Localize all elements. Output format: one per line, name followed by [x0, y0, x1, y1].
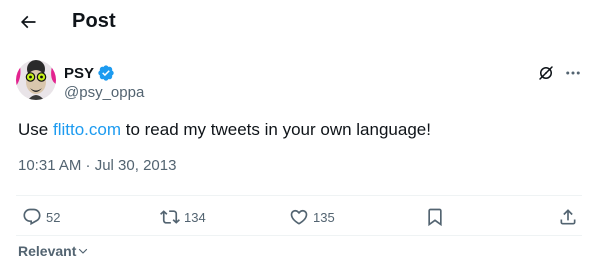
repost-count: 134 — [184, 209, 206, 225]
post-text-end: to read my tweets in your own language! — [121, 120, 431, 139]
post-timestamp[interactable]: 10:31 AM · Jul 30, 2013 — [18, 157, 176, 174]
back-button[interactable] — [14, 8, 42, 36]
chevron-down-icon — [79, 248, 88, 254]
reply-sort-dropdown[interactable]: Relevant — [18, 243, 89, 259]
page-header: Post — [0, 0, 598, 46]
reply-button[interactable]: 52 — [22, 207, 60, 227]
avatar[interactable] — [16, 60, 56, 100]
like-button[interactable]: 135 — [289, 207, 335, 227]
more-horizontal-icon — [566, 71, 580, 75]
arrow-left-icon — [20, 15, 36, 29]
heart-icon — [290, 209, 308, 225]
grok-button[interactable] — [536, 63, 556, 83]
bookmark-icon — [428, 208, 442, 227]
page-title: Post — [72, 10, 116, 32]
post-text: Use flitto.com to read my tweets in your… — [18, 119, 431, 141]
post-link[interactable]: flitto.com — [53, 120, 121, 139]
reply-count: 52 — [46, 209, 61, 225]
more-options-button[interactable] — [562, 63, 584, 83]
verified-badge-icon — [97, 64, 115, 82]
divider — [16, 195, 582, 196]
post-text-start: Use — [18, 120, 53, 139]
repost-icon — [160, 210, 180, 224]
like-count: 135 — [313, 209, 335, 225]
author-display-name[interactable]: PSY — [64, 65, 94, 82]
share-button[interactable] — [558, 207, 578, 227]
bookmark-button[interactable] — [425, 207, 445, 227]
reply-icon — [23, 208, 41, 226]
grok-icon — [539, 66, 553, 80]
share-icon — [560, 209, 576, 225]
author-handle[interactable]: @psy_oppa — [64, 84, 144, 101]
author-name-row: PSY — [64, 64, 115, 82]
divider — [16, 235, 582, 236]
reply-sort-label: Relevant — [18, 243, 77, 259]
avatar-image — [16, 60, 56, 100]
repost-button[interactable]: 134 — [160, 207, 206, 227]
